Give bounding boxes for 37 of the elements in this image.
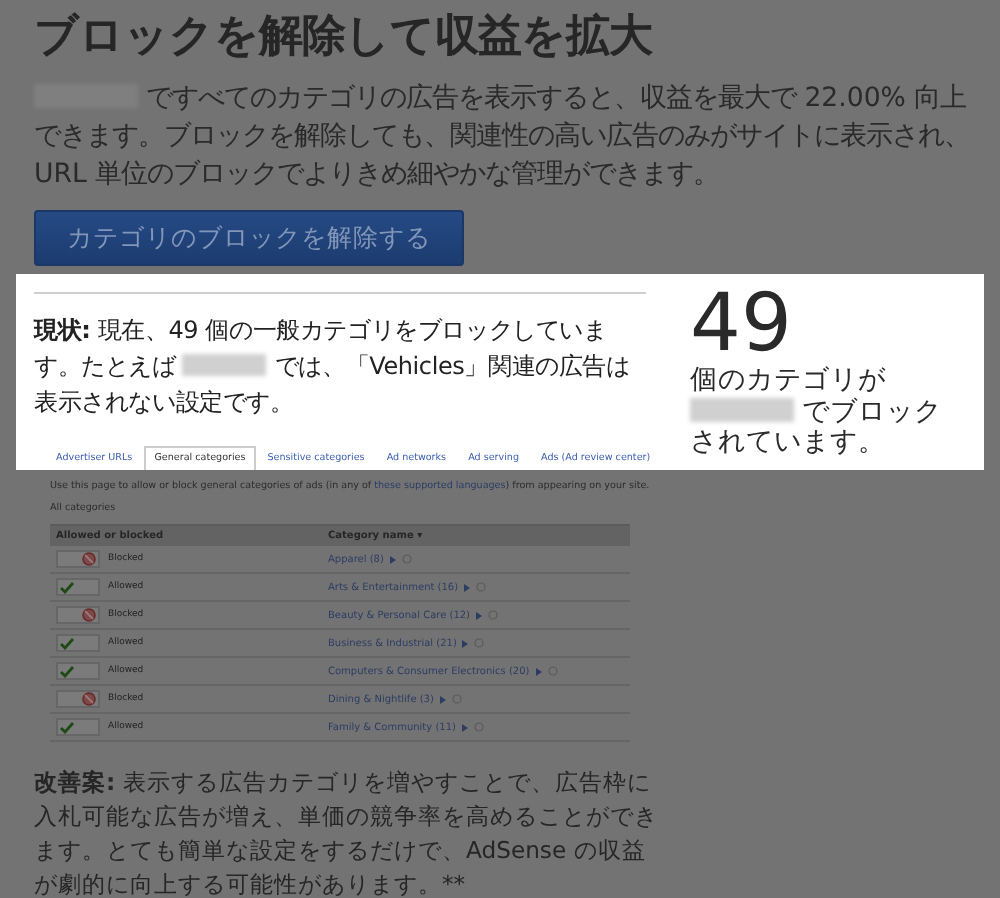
caret-icon <box>464 583 471 591</box>
caret-icon <box>476 611 483 619</box>
block-toggle[interactable] <box>56 550 100 568</box>
block-toggle[interactable] <box>56 662 100 680</box>
help-icon <box>547 666 558 676</box>
help-icon <box>401 554 412 564</box>
caption-line: でブロック <box>690 397 942 429</box>
check-icon <box>60 665 74 677</box>
help-icon <box>474 638 485 648</box>
help-icon <box>476 582 487 592</box>
blocked-icon <box>82 608 96 622</box>
block-toggle[interactable] <box>56 718 100 736</box>
caret-icon <box>535 667 542 675</box>
check-icon <box>60 637 74 649</box>
blocked-icon <box>82 692 96 706</box>
page-title: ブロックを解除して収益を拡大 <box>34 10 655 66</box>
caption-line: されています。 <box>690 428 888 460</box>
block-toggle[interactable] <box>56 634 100 652</box>
check-icon <box>60 721 74 733</box>
help-icon <box>488 610 499 620</box>
caret-icon <box>439 695 446 703</box>
caret-icon <box>389 555 396 563</box>
help-icon <box>473 722 484 732</box>
block-toggle[interactable] <box>56 578 100 596</box>
block-toggle[interactable] <box>56 606 100 624</box>
blocked-icon <box>82 552 96 566</box>
block-toggle[interactable] <box>56 690 100 708</box>
check-icon <box>60 581 74 593</box>
help-icon <box>451 694 462 704</box>
blocked-count: 49 <box>690 282 794 366</box>
status-text: 現状: 現在、49 個の一般カテゴリをブロックしています。たとえば では、「Vehicles」関連の広告は表示されない設定です。 <box>34 314 632 420</box>
caret-icon <box>462 639 469 647</box>
suggestion-text: 改善案: 表示する広告カテゴリを増やすことで、広告枠に入札可能な広告が増え、単価の競争率を高めることができます。とても簡単な設定をするだけで、AdSense の収益が劇的に向上する可能性があります。** <box>34 766 660 898</box>
intro-text: ですべてのカテゴリの広告を表示すると、収益を最大で 22.00% 向上できます。ブロックを解除しても、関連性の高い広告のみがサイトに表示され、URL 単位のブロックでよりきめ細やかな管理ができます。 <box>34 81 972 194</box>
caret-icon <box>461 723 468 731</box>
caption-line: 個のカテゴリが <box>690 366 888 397</box>
unblock-button[interactable]: カテゴリのブロックを解除する <box>34 210 464 266</box>
